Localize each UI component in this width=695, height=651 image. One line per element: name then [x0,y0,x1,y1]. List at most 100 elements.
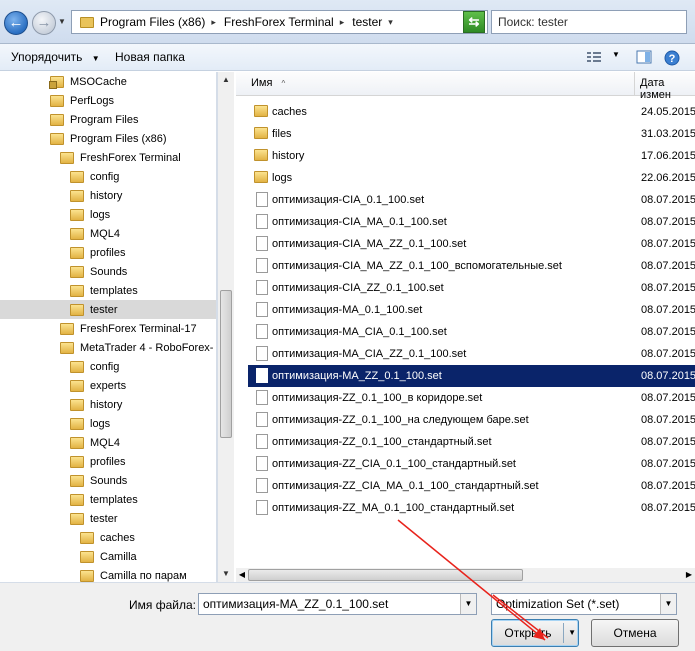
nav-item-selected[interactable]: tester [0,300,216,319]
scroll-down-icon[interactable]: ▼ [218,566,234,582]
nav-item[interactable]: history [0,395,216,414]
chevron-down-icon[interactable]: ▾ [388,17,393,28]
scroll-up-icon[interactable]: ▲ [218,72,234,88]
list-item[interactable]: оптимизация-CIA_MA_0.1_100.set 08.07.2015 [248,211,695,233]
folder-icon [70,303,84,316]
recent-pages-dropdown[interactable]: ▼ [58,17,68,27]
filename-label: Имя файла: [129,598,196,612]
nav-item[interactable]: MQL4 [0,224,216,243]
chevron-right-icon[interactable]: ▸ [340,17,345,28]
list-item[interactable]: оптимизация-ZZ_CIA_0.1_100_стандартный.s… [248,453,695,475]
nav-item[interactable]: config [0,167,216,186]
list-item[interactable]: оптимизация-ZZ_MA_0.1_100_стандартный.se… [248,497,695,519]
command-toolbar: Упорядочить ▼ Новая папка ▼ ? [0,44,695,71]
list-item[interactable]: оптимизация-ZZ_0.1_100_в коридоре.set 08.… [248,387,695,409]
preview-pane-icon[interactable] [636,50,652,64]
breadcrumb-item[interactable]: tester ▾ [352,15,401,29]
nav-item[interactable]: Program Files (x86) [0,129,216,148]
nav-item[interactable]: Camilla по парам [0,566,216,582]
folder-icon [70,284,84,297]
folder-icon [254,127,268,139]
nav-item[interactable]: Camilla [0,547,216,566]
file-icon [256,280,268,295]
list-item[interactable]: history 17.06.2015 [248,145,695,167]
folder-icon [50,113,64,126]
list-item[interactable]: оптимизация-CIA_MA_ZZ_0.1_100.set 08.07.2… [248,233,695,255]
column-header-date[interactable]: Дата измен [640,77,695,101]
list-item[interactable]: caches 24.05.2015 [248,101,695,123]
list-item[interactable]: оптимизация-MA_CIA_0.1_100.set 08.07.2015 [248,321,695,343]
address-breadcrumb[interactable]: Program Files (x86) ▸ FreshForex Terminal… [71,10,488,34]
breadcrumb-item[interactable]: FreshForex Terminal ▸ [224,15,352,29]
scroll-thumb[interactable] [220,290,232,438]
nav-item[interactable]: logs [0,205,216,224]
nav-item[interactable]: MQL4 [0,433,216,452]
list-item[interactable]: оптимизация-CIA_MA_ZZ_0.1_100_вспомогате… [248,255,695,277]
nav-item[interactable]: Program Files [0,110,216,129]
nav-item[interactable]: profiles [0,452,216,471]
help-icon[interactable]: ? [664,50,680,66]
list-horizontal-scrollbar[interactable]: ◀ ▶ [236,568,695,582]
nav-item[interactable]: Sounds [0,262,216,281]
navigation-pane: MSOCache PerfLogs Program Files Program … [0,72,217,582]
breadcrumb-item[interactable]: Program Files (x86) ▸ [100,15,224,29]
nav-item[interactable]: history [0,186,216,205]
refresh-button[interactable]: ⇆ [463,11,485,33]
nav-item[interactable]: templates [0,281,216,300]
nav-scrollbar[interactable]: ▲ ▼ [217,72,234,582]
cancel-button[interactable]: Отмена [591,619,679,647]
back-button[interactable]: ← [4,11,28,35]
scroll-left-icon[interactable]: ◀ [236,568,248,582]
nav-item[interactable]: tester [0,509,216,528]
view-options-icon[interactable] [586,50,602,64]
file-icon [256,434,268,449]
file-list: Имя ^ Дата измен caches 24.05.2015 files 3… [236,72,695,568]
list-item[interactable]: оптимизация-CIA_ZZ_0.1_100.set 08.07.2015 [248,277,695,299]
address-bar-area: ← → ▼ Program Files (x86) ▸ FreshForex Te… [0,0,695,44]
open-button[interactable]: Открыть ▼ [491,619,579,647]
list-item[interactable]: logs 22.06.2015 [248,167,695,189]
list-item[interactable]: оптимизация-ZZ_0.1_100_стандартный.set 08… [248,431,695,453]
file-icon [256,324,268,339]
nav-item[interactable]: FreshForex Terminal-17 [0,319,216,338]
nav-item[interactable]: MetaTrader 4 - RoboForex- [0,338,216,357]
column-header-name[interactable]: Имя ^ [251,77,285,89]
folder-icon [50,132,64,145]
folder-icon [70,265,84,278]
list-item[interactable]: оптимизация-CIA_0.1_100.set 08.07.2015 [248,189,695,211]
forward-button[interactable]: → [32,11,56,35]
list-item[interactable]: оптимизация-MA_CIA_ZZ_0.1_100.set 08.07.2… [248,343,695,365]
file-icon [256,390,268,405]
nav-item[interactable]: FreshForex Terminal [0,148,216,167]
chevron-down-icon[interactable]: ▼ [568,620,576,646]
filetype-select[interactable]: Optimization Set (*.set) ▼ [491,593,677,615]
filename-input[interactable]: оптимизация-MA_ZZ_0.1_100.set ▼ [198,593,477,615]
chevron-right-icon[interactable]: ▸ [211,17,216,28]
nav-item[interactable]: Sounds [0,471,216,490]
view-dropdown-icon[interactable]: ▼ [612,50,628,64]
nav-item[interactable]: MSOCache [0,72,216,91]
list-item[interactable]: files 31.03.2015 [248,123,695,145]
folder-icon [70,436,84,449]
scroll-thumb[interactable] [248,569,523,581]
list-item-selected[interactable]: оптимизация-MA_ZZ_0.1_100.set 08.07.2015 [248,365,695,387]
organize-button[interactable]: Упорядочить ▼ [11,50,100,64]
svg-text:?: ? [669,53,676,65]
nav-item[interactable]: PerfLogs [0,91,216,110]
search-input[interactable]: Поиск: tester [491,10,687,34]
nav-item[interactable]: config [0,357,216,376]
scroll-right-icon[interactable]: ▶ [683,568,695,582]
chevron-down-icon[interactable]: ▼ [660,594,676,614]
nav-item[interactable]: logs [0,414,216,433]
chevron-down-icon[interactable]: ▼ [460,594,476,614]
nav-item[interactable]: caches [0,528,216,547]
new-folder-button[interactable]: Новая папка [115,50,185,64]
nav-item[interactable]: templates [0,490,216,509]
nav-item[interactable]: experts [0,376,216,395]
list-item[interactable]: оптимизация-MA_0.1_100.set 08.07.2015 [248,299,695,321]
file-icon [256,412,268,427]
folder-icon [70,398,84,411]
nav-item[interactable]: profiles [0,243,216,262]
list-item[interactable]: оптимизация-ZZ_CIA_MA_0.1_100_стандартны… [248,475,695,497]
list-item[interactable]: оптимизация-ZZ_0.1_100_на следующем баре… [248,409,695,431]
